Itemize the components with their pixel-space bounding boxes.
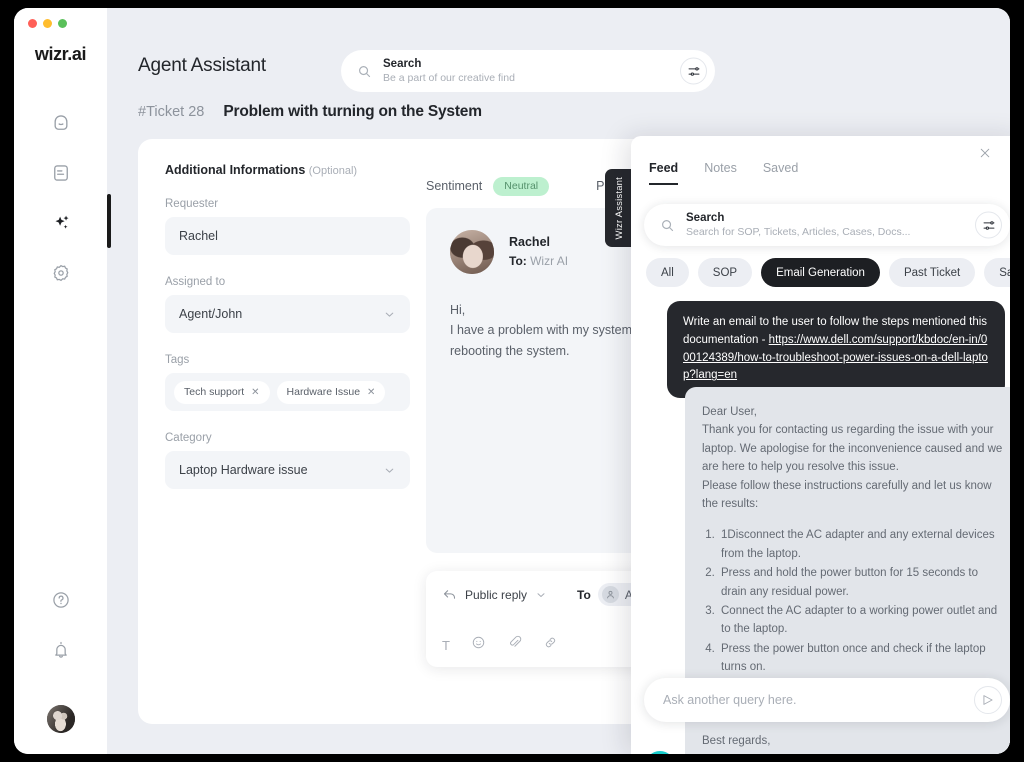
category-value: Laptop Hardware issue bbox=[179, 463, 308, 477]
tag-chip[interactable]: Tech support ✕ bbox=[174, 380, 270, 404]
requester-field[interactable]: Rachel bbox=[165, 217, 410, 255]
answer-signature: Ria bbox=[702, 751, 1006, 755]
user-icon bbox=[601, 586, 619, 603]
ticket-id: #Ticket 28 bbox=[138, 104, 205, 120]
search-icon bbox=[660, 218, 675, 233]
tag-chip[interactable]: Hardware Issue ✕ bbox=[276, 380, 386, 404]
message-to-value: Wizr AI bbox=[530, 254, 569, 268]
left-sidebar: wizr.ai bbox=[14, 8, 107, 754]
panel-search-label: Search bbox=[686, 211, 725, 224]
answer-greeting: Dear User, bbox=[702, 406, 757, 418]
form-section-title: Additional Informations (Optional) bbox=[165, 163, 410, 177]
link-icon[interactable] bbox=[543, 635, 558, 655]
assigned-to-select[interactable]: Agent/John bbox=[165, 295, 410, 333]
assigned-to-label: Assigned to bbox=[165, 276, 226, 288]
brand-logo: wizr.ai bbox=[34, 44, 87, 64]
answer-sign-off: Best regards, bbox=[702, 735, 771, 748]
tag-label: Tech support bbox=[184, 386, 245, 398]
send-icon[interactable] bbox=[974, 686, 1002, 714]
reply-arrow-icon bbox=[442, 587, 457, 602]
wizr-assistant-tab-label: Wizr Assistant bbox=[613, 176, 625, 240]
category-select[interactable]: Laptop Hardware issue bbox=[165, 451, 410, 489]
window-maximize-button[interactable] bbox=[58, 19, 67, 28]
window-minimize-button[interactable] bbox=[43, 19, 52, 28]
filter-chips: All SOP Email Generation Past Ticket Sav… bbox=[646, 258, 1010, 287]
tab-saved[interactable]: Saved bbox=[763, 161, 798, 185]
answer-step: Press and hold the power button for 15 s… bbox=[718, 564, 1006, 601]
search-placeholder: Be a part of our creative find bbox=[383, 71, 515, 84]
search-icon bbox=[357, 64, 372, 79]
answer-steps: 1Disconnect the AC adapter and any exter… bbox=[718, 526, 1006, 676]
tickets-icon[interactable] bbox=[46, 158, 76, 188]
requester-value: Rachel bbox=[179, 229, 218, 243]
chat-thread: Write an email to the user to follow the… bbox=[631, 301, 1010, 754]
chevron-down-icon bbox=[383, 464, 396, 477]
answer-step: Connect the AC adapter to a working powe… bbox=[718, 602, 1006, 639]
window-traffic-lights bbox=[28, 19, 67, 28]
answer-instruction: Please follow these instructions careful… bbox=[702, 479, 992, 510]
chip-email-generation[interactable]: Email Generation bbox=[761, 258, 880, 287]
chip-sop[interactable]: SOP bbox=[697, 258, 753, 287]
close-icon[interactable]: ✕ bbox=[367, 387, 375, 398]
form-section-optional: (Optional) bbox=[308, 165, 358, 177]
panel-search-filter-icon[interactable] bbox=[975, 211, 1002, 239]
panel-search-placeholder: Search for SOP, Tickets, Articles, Cases… bbox=[686, 225, 911, 238]
form-section-title-text: Additional Informations bbox=[165, 163, 306, 177]
page-title: Agent Assistant bbox=[138, 55, 266, 76]
assigned-to-value: Agent/John bbox=[179, 307, 243, 321]
attachment-icon[interactable] bbox=[507, 635, 522, 655]
emoji-icon[interactable] bbox=[471, 635, 486, 655]
avatar bbox=[450, 229, 494, 274]
reply-type-label[interactable]: Public reply bbox=[465, 588, 527, 602]
answer-step: 1Disconnect the AC adapter and any exter… bbox=[718, 526, 1006, 563]
global-search-bar[interactable]: Search Be a part of our creative find bbox=[341, 50, 715, 92]
sparkle-icon[interactable] bbox=[46, 208, 76, 238]
category-label: Category bbox=[165, 432, 212, 444]
bell-icon[interactable] bbox=[46, 635, 76, 665]
tags-field[interactable]: Tech support ✕ Hardware Issue ✕ bbox=[165, 373, 410, 411]
sentiment-label: Sentiment bbox=[426, 179, 483, 194]
additional-information-form: Additional Informations (Optional) Reque… bbox=[165, 163, 410, 489]
ticket-title: Problem with turning on the System bbox=[223, 103, 482, 120]
composer-to-label: To bbox=[577, 587, 591, 602]
tab-feed[interactable]: Feed bbox=[649, 161, 679, 185]
home-icon[interactable] bbox=[46, 108, 76, 138]
tags-label: Tags bbox=[165, 354, 190, 366]
assistant-panel: Feed Notes Saved Search Search for SOP, … bbox=[631, 136, 1010, 754]
message-to-label: To: bbox=[509, 254, 527, 268]
settings-icon[interactable] bbox=[46, 258, 76, 288]
sidebar-active-indicator bbox=[107, 194, 111, 248]
avatar[interactable] bbox=[46, 705, 75, 733]
message-sender: Rachel bbox=[509, 235, 550, 249]
window-close-button[interactable] bbox=[28, 19, 37, 28]
chip-past-ticket[interactable]: Past Ticket bbox=[888, 258, 976, 287]
status-badge: Neutral bbox=[493, 177, 550, 196]
app-window: wizr.ai Agent Assistant Search Be a part… bbox=[14, 8, 1010, 754]
message-recipient: To: Wizr AI bbox=[509, 254, 568, 268]
search-label: Search bbox=[383, 57, 422, 70]
chevron-down-icon[interactable] bbox=[535, 589, 547, 601]
panel-tabs: Feed Notes Saved bbox=[649, 161, 798, 185]
answer-intro: Thank you for contacting us regarding th… bbox=[702, 424, 1003, 474]
user-query-bubble: Write an email to the user to follow the… bbox=[667, 301, 1005, 399]
chevron-down-icon bbox=[383, 308, 396, 321]
tag-label: Hardware Issue bbox=[286, 386, 361, 398]
close-icon[interactable] bbox=[978, 146, 992, 165]
chip-saved[interactable]: Saved bbox=[984, 258, 1010, 287]
breadcrumb: #Ticket 28 Problem with turning on the S… bbox=[138, 103, 482, 121]
bot-avatar-icon bbox=[645, 751, 675, 754]
ask-query-input[interactable]: Ask another query here. bbox=[644, 678, 1010, 722]
help-icon[interactable] bbox=[46, 585, 76, 615]
search-filter-icon[interactable] bbox=[680, 57, 707, 85]
close-icon[interactable]: ✕ bbox=[251, 387, 259, 398]
composer-tools: T bbox=[442, 635, 558, 655]
chip-all[interactable]: All bbox=[646, 258, 689, 287]
requester-label: Requester bbox=[165, 198, 219, 210]
wizr-assistant-tab[interactable]: Wizr Assistant bbox=[605, 169, 633, 247]
answer-step: Press the power button once and check if… bbox=[718, 640, 1006, 677]
tab-notes[interactable]: Notes bbox=[704, 161, 737, 185]
text-format-icon[interactable]: T bbox=[442, 638, 450, 653]
ask-query-placeholder: Ask another query here. bbox=[663, 693, 797, 707]
panel-search-bar[interactable]: Search Search for SOP, Tickets, Articles… bbox=[644, 204, 1010, 246]
